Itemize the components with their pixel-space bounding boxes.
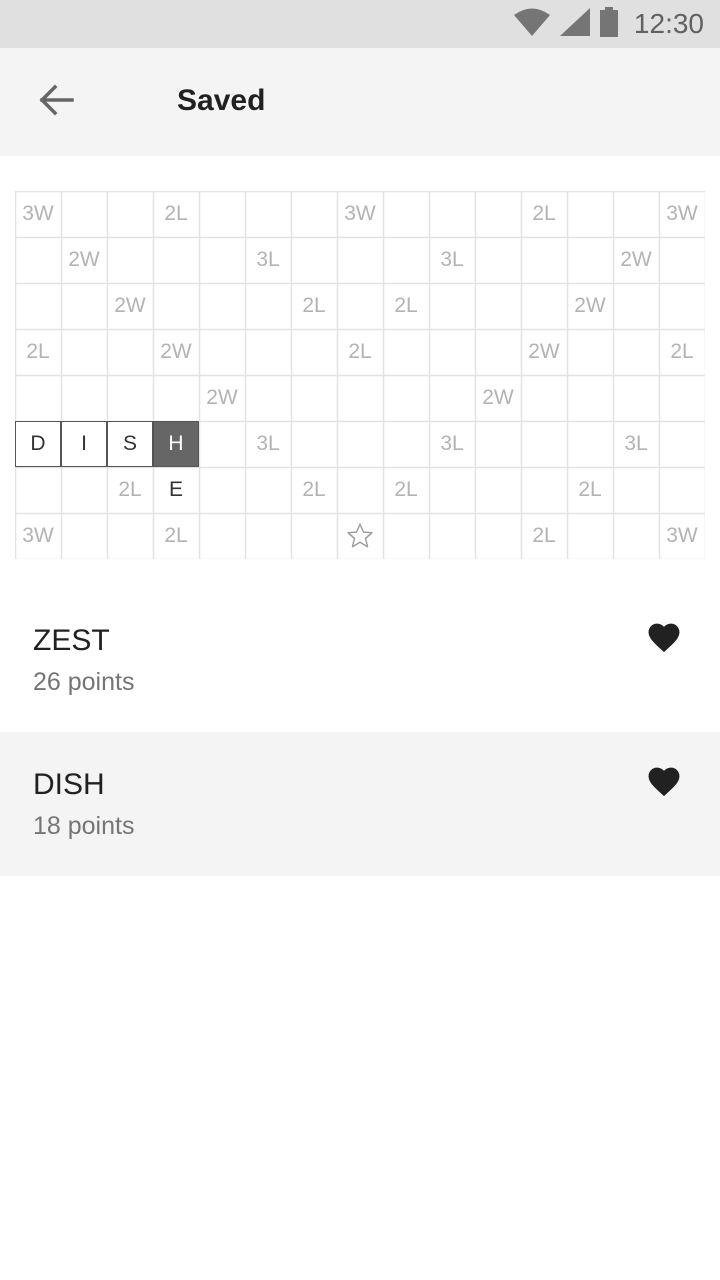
bonus-cell: 2L: [164, 524, 188, 547]
bonus-cell: 2W: [620, 248, 652, 271]
word-board: 3W 2L 3W 2L 3W 2W 3L 3L 2W 2W 2L 2L 2W 2L 2W 2L 2W 2L 2W 2W…: [15, 191, 705, 559]
bonus-cell: 2W: [68, 248, 100, 271]
bonus-cell: 3L: [440, 248, 464, 271]
favorite-button[interactable]: [644, 762, 684, 802]
bonus-cell: 3L: [440, 432, 464, 455]
favorite-button[interactable]: [644, 618, 684, 658]
app-bar: Saved: [0, 48, 720, 156]
signal-icon: [559, 7, 590, 41]
bonus-cell: 2L: [532, 524, 556, 547]
bonus-cell: 2L: [26, 340, 50, 363]
star-icon: [337, 513, 383, 559]
heart-icon: [645, 763, 683, 802]
bonus-cell: 2W: [574, 294, 606, 317]
wifi-icon: [513, 8, 550, 41]
bonus-cell: 3W: [666, 524, 698, 547]
points-label: 18 points: [33, 812, 135, 840]
saved-words-list: ZEST 26 points DISH 18 points: [0, 588, 720, 876]
bonus-cell: 2L: [578, 478, 602, 501]
bonus-cell: 2L: [394, 294, 418, 317]
bonus-cell: 2L: [532, 202, 556, 225]
letter-tile: S: [107, 421, 153, 467]
bonus-cell: 2W: [160, 340, 192, 363]
back-button[interactable]: [20, 72, 92, 132]
points-label: 26 points: [33, 668, 135, 696]
bonus-cell: 3L: [256, 248, 280, 271]
bonus-cell: 2L: [164, 202, 188, 225]
heart-icon: [645, 619, 683, 658]
status-time: 12:30: [633, 8, 704, 39]
letter-tile: E: [168, 478, 183, 501]
status-bar: 12:30: [0, 0, 720, 48]
bonus-cell: 2L: [394, 478, 418, 501]
letter-tile: H: [153, 421, 199, 467]
letter-tile: D: [15, 421, 61, 467]
letter-tile: I: [61, 421, 107, 467]
bonus-cell: 3W: [22, 524, 54, 547]
bonus-cell: 2W: [114, 294, 146, 317]
saved-word-item[interactable]: ZEST 26 points: [0, 588, 720, 732]
bonus-cell: 2L: [118, 478, 142, 501]
bonus-cell: 2W: [206, 386, 238, 409]
arrow-back-icon: [38, 84, 74, 121]
bonus-cell: 2L: [302, 478, 326, 501]
page-title: Saved: [177, 84, 266, 117]
bonus-cell: 2W: [482, 386, 514, 409]
bonus-cell: 2L: [302, 294, 326, 317]
bonus-cell: 3L: [624, 432, 648, 455]
word-label: DISH: [33, 768, 105, 801]
bonus-cell: 3W: [666, 202, 698, 225]
bonus-cell: 2L: [348, 340, 372, 363]
bonus-cell: 3W: [22, 202, 54, 225]
saved-word-item[interactable]: DISH 18 points: [0, 732, 720, 876]
bonus-cell: 2L: [670, 340, 694, 363]
battery-icon: [599, 6, 618, 42]
word-label: ZEST: [33, 624, 110, 657]
bonus-cell: 3L: [256, 432, 280, 455]
bonus-cell: 3W: [344, 202, 376, 225]
bonus-cell: 2W: [528, 340, 560, 363]
